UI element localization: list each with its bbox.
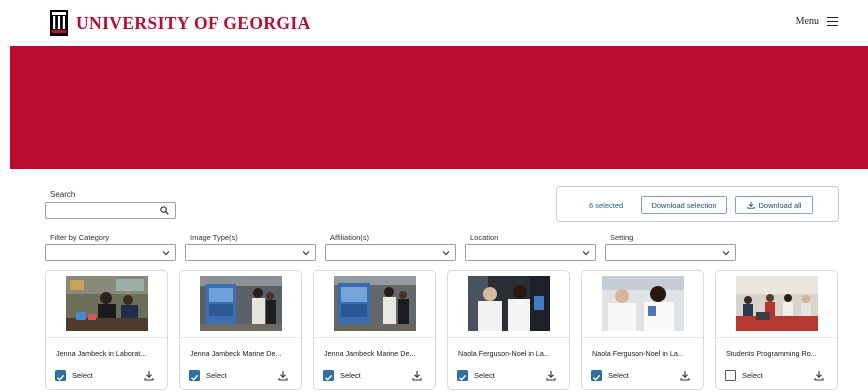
card-divider [582, 337, 703, 338]
chevron-down-icon [302, 251, 310, 256]
card-divider [46, 337, 167, 338]
filter-image-type-select[interactable] [185, 244, 316, 261]
filter-setting-label: Setting [610, 233, 634, 242]
search-input[interactable] [45, 202, 176, 219]
photo-thumbnail[interactable] [200, 276, 282, 331]
image-card[interactable]: Students Programming Ro... Select [715, 270, 838, 390]
select-label: Select [474, 371, 495, 380]
chevron-down-icon [162, 251, 170, 256]
chevron-down-icon [582, 251, 590, 256]
checkmark-icon [593, 374, 601, 381]
uga-logo[interactable]: UNIVERSITY OF GEORGIA [50, 10, 311, 36]
download-selection-button[interactable]: Download selection [641, 196, 727, 214]
card-title: Jenna Jambeck Marine De... [190, 349, 282, 358]
filter-category-label: Filter by Category [50, 233, 110, 242]
select-checkbox[interactable] [457, 370, 468, 381]
chevron-down-icon [442, 251, 450, 256]
card-title: Naola Ferguson-Noel in La... [458, 349, 550, 358]
filter-image-type-label: Image Type(s) [190, 233, 238, 242]
download-icon[interactable] [278, 370, 288, 381]
card-divider [716, 337, 837, 338]
filter-category-select[interactable] [45, 244, 176, 261]
logo-wordmark: UNIVERSITY OF GEORGIA [76, 12, 311, 33]
select-label: Select [608, 371, 629, 380]
photo-thumbnail[interactable] [468, 276, 550, 331]
menu-label: Menu [795, 16, 819, 27]
image-card[interactable]: Jenna Jambeck in Laborat... Select [45, 270, 168, 390]
card-divider [314, 337, 435, 338]
hero-banner [10, 46, 868, 169]
select-checkbox[interactable] [323, 370, 334, 381]
selection-panel: 6 selected Download selection Download a… [556, 186, 839, 222]
image-card[interactable]: Naola Ferguson-Noel in La... Select [581, 270, 704, 390]
select-checkbox[interactable] [591, 370, 602, 381]
search-label: Search [50, 190, 76, 199]
select-label: Select [340, 371, 361, 380]
checkmark-icon [191, 374, 199, 381]
download-icon[interactable] [680, 370, 690, 381]
image-card[interactable]: Jenna Jambeck Marine De... Select [179, 270, 302, 390]
download-all-label: Download all [758, 200, 802, 210]
photo-thumbnail[interactable] [334, 276, 416, 331]
card-title: Jenna Jambeck in Laborat... [56, 349, 147, 358]
photo-thumbnail[interactable] [602, 276, 684, 331]
menu-button[interactable]: Menu [796, 16, 838, 27]
download-icon[interactable] [144, 370, 154, 381]
download-icon[interactable] [412, 370, 422, 381]
arch-icon [50, 10, 68, 36]
download-icon[interactable] [546, 370, 556, 381]
download-icon [746, 201, 755, 209]
selected-count: 6 selected [589, 201, 624, 210]
download-icon[interactable] [814, 370, 824, 381]
search-icon[interactable] [160, 206, 169, 215]
checkmark-icon [459, 374, 467, 381]
card-title: Jenna Jambeck Marine De... [324, 349, 416, 358]
select-label: Select [72, 371, 93, 380]
card-divider [180, 337, 301, 338]
filter-location-select[interactable] [465, 244, 596, 261]
image-card[interactable]: Naola Ferguson-Noel in La... Select [447, 270, 570, 390]
filter-location-label: Location [470, 233, 499, 242]
select-label: Select [742, 371, 763, 380]
select-label: Select [206, 371, 227, 380]
site-header: UNIVERSITY OF GEORGIA Menu [0, 0, 868, 46]
chevron-down-icon [722, 251, 730, 256]
photo-thumbnail[interactable] [66, 276, 148, 331]
checkmark-icon [57, 374, 65, 381]
photo-thumbnail[interactable] [736, 276, 818, 331]
select-checkbox[interactable] [189, 370, 200, 381]
select-checkbox[interactable] [55, 370, 66, 381]
card-title: Students Programming Ro... [726, 349, 817, 358]
card-divider [448, 337, 569, 338]
checkmark-icon [325, 374, 333, 381]
download-all-button[interactable]: Download all [735, 196, 813, 214]
filter-affiliation-select[interactable] [325, 244, 456, 261]
download-selection-label: Download selection [651, 200, 717, 210]
filter-affiliation-label: Affiliation(s) [330, 233, 370, 242]
select-checkbox[interactable] [725, 370, 736, 381]
filter-setting-select[interactable] [605, 244, 736, 261]
card-title: Naola Ferguson-Noel in La... [592, 349, 684, 358]
image-card[interactable]: Jenna Jambeck Marine De... Select [313, 270, 436, 390]
hamburger-icon [827, 17, 838, 26]
